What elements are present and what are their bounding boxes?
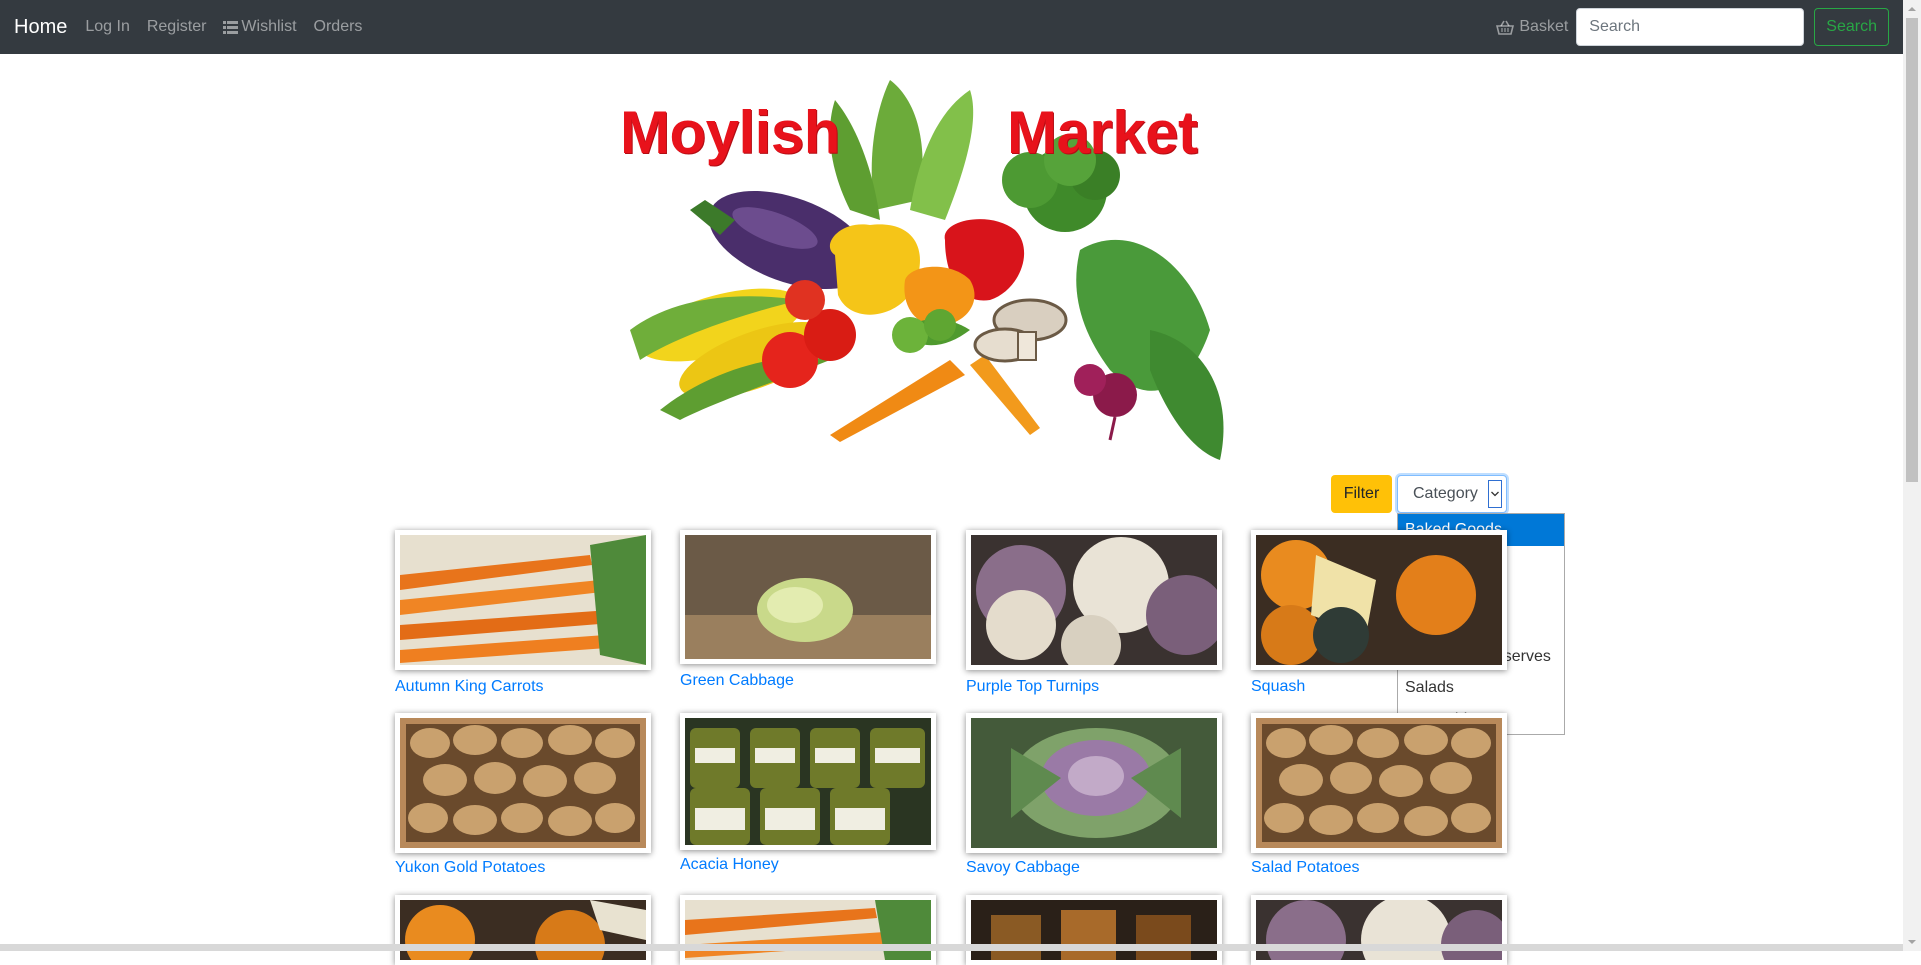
product-image[interactable] bbox=[1251, 530, 1507, 670]
product-name-link[interactable]: Green Cabbage bbox=[680, 672, 794, 690]
product-image[interactable] bbox=[1251, 895, 1507, 965]
category-option-salads[interactable]: Salads bbox=[1398, 672, 1564, 704]
product-image[interactable] bbox=[966, 713, 1222, 853]
product-name-link[interactable]: Salad Potatoes bbox=[1251, 859, 1360, 877]
product-image[interactable] bbox=[966, 530, 1222, 670]
search-button[interactable]: Search bbox=[1814, 8, 1889, 46]
basket-link[interactable]: Basket bbox=[1496, 18, 1568, 36]
market-logo: Moylish Market bbox=[610, 70, 1280, 480]
product-image[interactable] bbox=[966, 895, 1222, 965]
nav-register-link[interactable]: Register bbox=[147, 18, 207, 36]
product-name-link[interactable]: Yukon Gold Potatoes bbox=[395, 859, 545, 877]
product-image[interactable] bbox=[395, 713, 651, 853]
scroll-down-arrow-icon[interactable] bbox=[1903, 933, 1921, 951]
product-image[interactable] bbox=[1251, 713, 1507, 853]
product-name-link[interactable]: Acacia Honey bbox=[680, 856, 779, 874]
product-image[interactable] bbox=[395, 895, 651, 965]
search-input[interactable] bbox=[1576, 8, 1805, 46]
product-image[interactable] bbox=[680, 895, 936, 965]
list-icon bbox=[223, 20, 239, 34]
chevron-down-icon bbox=[1488, 480, 1502, 508]
wishlist-label: Wishlist bbox=[241, 18, 297, 35]
basket-icon bbox=[1496, 20, 1515, 35]
filter-button[interactable]: Filter bbox=[1331, 475, 1392, 513]
basket-label: Basket bbox=[1519, 18, 1569, 35]
product-name-link[interactable]: Savoy Cabbage bbox=[966, 859, 1080, 877]
nav-wishlist-link[interactable]: Wishlist bbox=[223, 18, 297, 36]
logo-word-2: Market bbox=[1007, 99, 1198, 166]
nav-login-link[interactable]: Log In bbox=[85, 18, 129, 36]
product-name-link[interactable]: Squash bbox=[1251, 678, 1305, 696]
nav-home-link[interactable]: Home bbox=[14, 16, 67, 39]
top-navbar: Home Log In Register Wishlist Orders Bas… bbox=[0, 0, 1903, 54]
logo-word-1: Moylish bbox=[620, 99, 840, 166]
product-name-link[interactable]: Purple Top Turnips bbox=[966, 678, 1099, 696]
scroll-up-arrow-icon[interactable] bbox=[1903, 0, 1921, 18]
horizontal-scrollbar[interactable] bbox=[0, 944, 1903, 951]
product-image[interactable] bbox=[395, 530, 651, 670]
product-image[interactable] bbox=[680, 530, 936, 664]
nav-right-group: Basket Search bbox=[1496, 0, 1889, 54]
product-name-link[interactable]: Autumn King Carrots bbox=[395, 678, 544, 696]
product-image[interactable] bbox=[680, 713, 936, 850]
page-scrollbar[interactable] bbox=[1903, 0, 1921, 951]
nav-orders-link[interactable]: Orders bbox=[314, 18, 363, 36]
scrollbar-thumb[interactable] bbox=[1906, 18, 1918, 482]
category-select[interactable]: Category bbox=[1397, 475, 1507, 513]
category-select-value: Category bbox=[1413, 485, 1478, 502]
